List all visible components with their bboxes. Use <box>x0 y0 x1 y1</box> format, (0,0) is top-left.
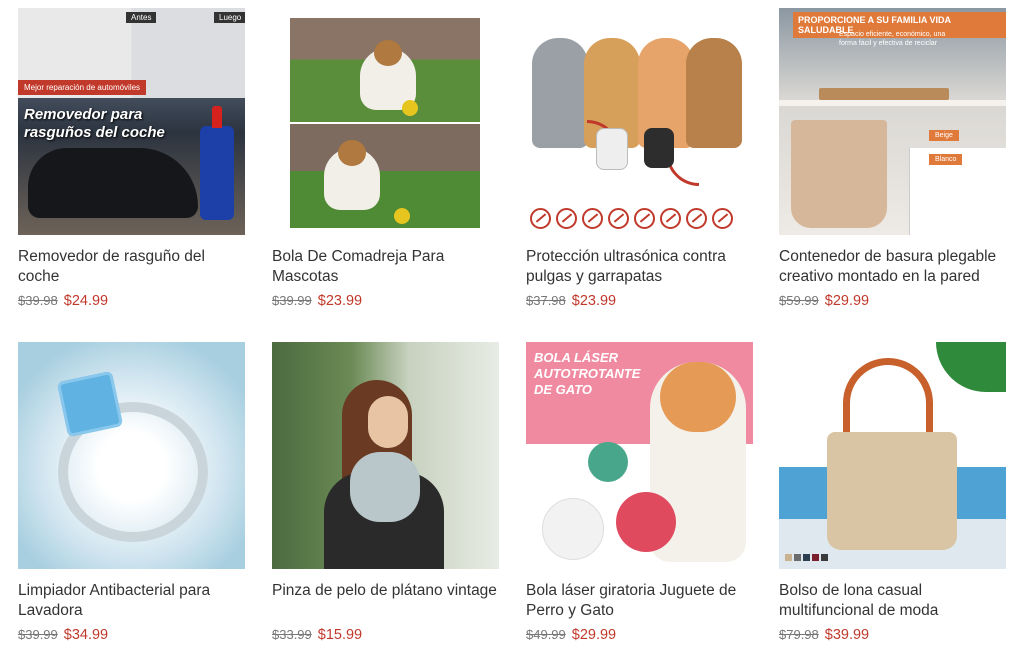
device-white <box>596 128 628 170</box>
device-black <box>644 128 674 168</box>
pest-icons <box>530 208 733 229</box>
price-row: $39.98 $24.99 <box>18 291 245 310</box>
product-image[interactable] <box>272 342 499 569</box>
mite-icon <box>660 208 681 229</box>
pink-ball-graphic <box>616 492 676 552</box>
product-title[interactable]: Contenedor de basura plegable creativo m… <box>779 247 1006 287</box>
countertop-graphic <box>779 100 1006 106</box>
white-ball-graphic <box>542 498 604 560</box>
mosquito-icon <box>582 208 603 229</box>
old-price: $49.99 <box>526 627 566 642</box>
sale-price: $34.99 <box>63 627 109 643</box>
price-row: $39.99 $34.99 <box>18 625 245 644</box>
product-card[interactable]: Protección ultrasónica contra pulgas y g… <box>526 8 753 310</box>
sale-price: $29.99 <box>824 293 870 309</box>
color-swatch <box>785 554 792 561</box>
photo-bottom <box>290 124 480 228</box>
old-price: $33.99 <box>272 627 312 642</box>
tablet-graphic <box>56 370 124 438</box>
green-ball-graphic <box>588 442 628 482</box>
after-label: Luego <box>214 12 245 23</box>
old-price: $79.98 <box>779 627 819 642</box>
product-card[interactable]: PROPORCIONE A SU FAMILIA VIDA SALUDABLE … <box>779 8 1006 310</box>
bug-icon <box>634 208 655 229</box>
product-title[interactable]: Limpiador Antibacterial para Lavadora <box>18 581 245 621</box>
color-swatch <box>803 554 810 561</box>
price-row: $37.98 $23.99 <box>526 291 753 310</box>
product-image[interactable]: BOLA LÁSER AUTOTROTANTE DE GATO <box>526 342 753 569</box>
white-label: Blanco <box>929 154 963 165</box>
color-swatch <box>812 554 819 561</box>
cutting-board-graphic <box>819 88 949 100</box>
product-image[interactable] <box>526 8 753 235</box>
product-title[interactable]: Bola láser giratoria Juguete de Perro y … <box>526 581 753 621</box>
color-swatch <box>794 554 801 561</box>
old-price: $39.99 <box>272 293 312 308</box>
mouse-icon <box>712 208 733 229</box>
color-swatches <box>785 554 828 561</box>
product-image[interactable] <box>272 8 499 235</box>
bag-graphic <box>827 432 957 550</box>
sale-price: $29.99 <box>571 627 617 643</box>
image-headline: BOLA LÁSER AUTOTROTANTE DE GATO <box>534 350 641 397</box>
photo-top <box>290 18 480 122</box>
product-image[interactable] <box>779 342 1006 569</box>
plant-leaf-graphic <box>936 342 1006 392</box>
sale-price: $39.99 <box>824 627 870 643</box>
product-title[interactable]: Pinza de pelo de plátano vintage <box>272 581 499 621</box>
dog-graphic <box>324 140 380 210</box>
flea-icon <box>530 208 551 229</box>
tick-icon <box>556 208 577 229</box>
product-card[interactable]: Pinza de pelo de plátano vintage $33.99 $… <box>272 342 499 644</box>
ant-icon <box>686 208 707 229</box>
old-price: $37.98 <box>526 293 566 308</box>
trash-bin-graphic <box>791 120 887 228</box>
bottle-graphic <box>200 106 234 220</box>
old-price: $39.99 <box>18 627 58 642</box>
product-card[interactable]: Antes Luego Mejor reparación de automóvi… <box>18 8 245 310</box>
old-price: $59.99 <box>779 293 819 308</box>
ball-graphic <box>394 208 410 224</box>
sale-price: $23.99 <box>317 293 363 309</box>
price-row: $39.99 $23.99 <box>272 291 499 310</box>
image-tag: Mejor reparación de automóviles <box>18 80 147 95</box>
sale-price: $24.99 <box>63 293 109 309</box>
product-title[interactable]: Bolso de lona casual multifuncional de m… <box>779 581 1006 621</box>
sale-price: $23.99 <box>571 293 617 309</box>
product-card[interactable]: Limpiador Antibacterial para Lavadora $3… <box>18 342 245 644</box>
color-swatch <box>821 554 828 561</box>
price-row: $59.99 $29.99 <box>779 291 1006 310</box>
scarf-graphic <box>350 452 420 522</box>
image-subtext: Espacio eficiente, económico, una forma … <box>839 31 946 47</box>
product-title[interactable]: Removedor de rasguño del coche <box>18 247 245 287</box>
image-headline: Removedor para rasguños del coche <box>24 106 165 141</box>
face-graphic <box>368 396 408 448</box>
product-image[interactable] <box>18 342 245 569</box>
price-row: $49.99 $29.99 <box>526 625 753 644</box>
spider-icon <box>608 208 629 229</box>
beige-label: Beige <box>929 130 959 141</box>
product-title[interactable]: Bola De Comadreja Para Mascotas <box>272 247 499 287</box>
product-title[interactable]: Protección ultrasónica contra pulgas y g… <box>526 247 753 287</box>
product-card[interactable]: Bola De Comadreja Para Mascotas $39.99 $2… <box>272 8 499 310</box>
price-row: $79.98 $39.99 <box>779 625 1006 644</box>
car-graphic <box>28 148 198 218</box>
product-card[interactable]: BOLA LÁSER AUTOTROTANTE DE GATO Bola lás… <box>526 342 753 644</box>
old-price: $39.98 <box>18 293 58 308</box>
before-label: Antes <box>126 12 157 23</box>
price-row: $33.99 $15.99 <box>272 625 499 644</box>
sale-price: $15.99 <box>317 627 363 643</box>
product-card[interactable]: Bolso de lona casual multifuncional de m… <box>779 342 1006 644</box>
product-grid: Antes Luego Mejor reparación de automóvi… <box>0 0 1024 645</box>
ball-graphic <box>402 100 418 116</box>
product-image[interactable]: Antes Luego Mejor reparación de automóvi… <box>18 8 245 235</box>
product-image[interactable]: PROPORCIONE A SU FAMILIA VIDA SALUDABLE … <box>779 8 1006 235</box>
